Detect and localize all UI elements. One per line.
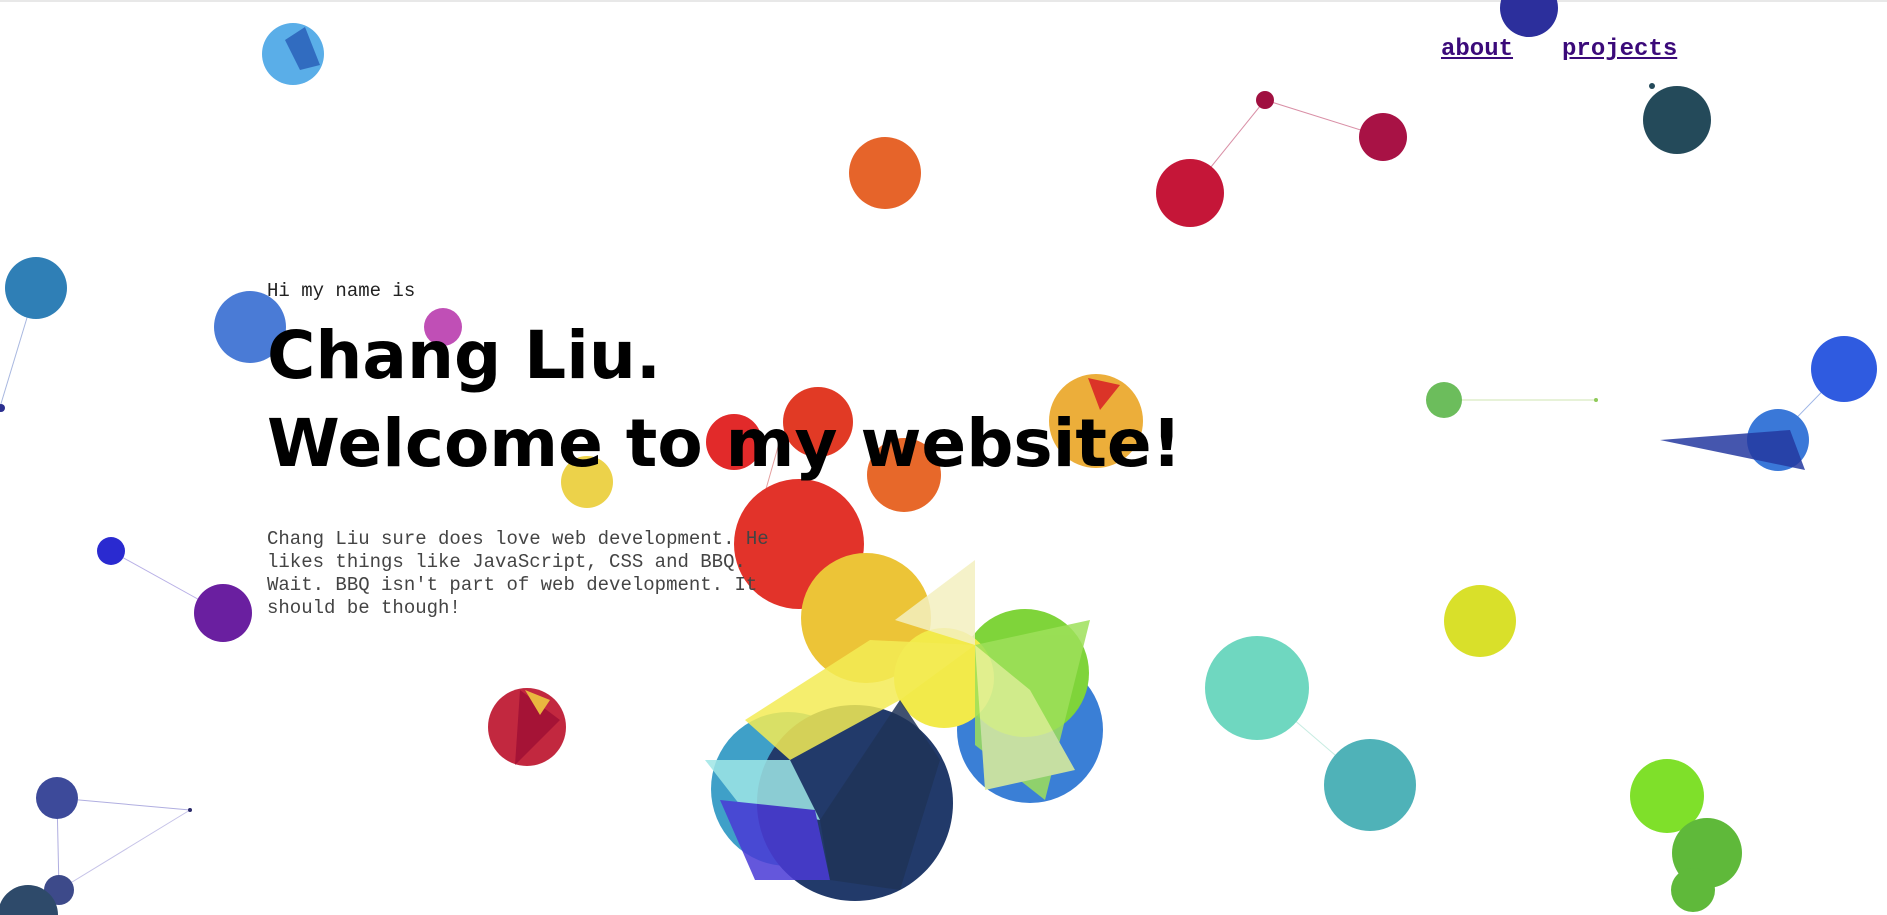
particle xyxy=(5,257,67,319)
particle xyxy=(194,584,252,642)
particle xyxy=(1811,336,1877,402)
particle xyxy=(97,537,125,565)
particle xyxy=(1205,636,1309,740)
hero-name: Chang Liu. xyxy=(267,317,661,394)
particle xyxy=(0,404,5,412)
particle xyxy=(1426,382,1462,418)
particle xyxy=(1643,86,1711,154)
particle xyxy=(36,777,78,819)
hero-section: Hi my name is Chang Liu. Welcome to my w… xyxy=(267,280,1182,488)
particle xyxy=(849,137,921,209)
particle xyxy=(1256,91,1274,109)
particle xyxy=(1594,398,1598,402)
greeting-text: Hi my name is xyxy=(267,280,416,302)
top-nav: about projects xyxy=(1441,36,1677,63)
nav-link-projects[interactable]: projects xyxy=(1562,36,1677,63)
particle xyxy=(1671,868,1715,912)
particle-facet xyxy=(1660,430,1805,470)
particle xyxy=(1359,113,1407,161)
particle xyxy=(1324,739,1416,831)
particle xyxy=(188,808,192,812)
particle xyxy=(1500,0,1558,37)
nav-link-about[interactable]: about xyxy=(1441,36,1513,63)
particle xyxy=(1156,159,1224,227)
bio-paragraph: Chang Liu sure does love web development… xyxy=(267,528,769,619)
particle-link xyxy=(58,809,191,891)
particle xyxy=(1649,83,1655,89)
particle xyxy=(1444,585,1516,657)
hero-welcome: Welcome to my website! xyxy=(267,405,1182,482)
